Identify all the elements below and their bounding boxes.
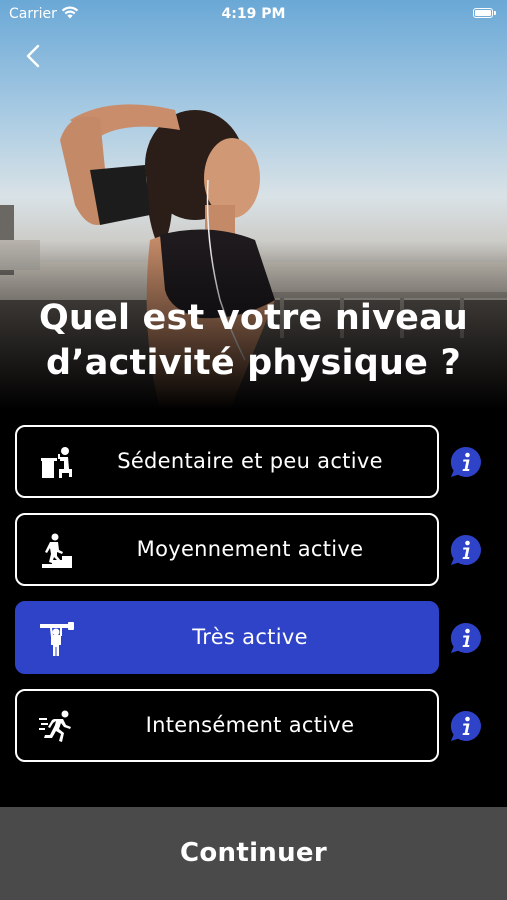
option-row-moderate: Moyennement active [15,513,492,586]
continue-label: Continuer [180,838,327,868]
option-sedentary-label: Sédentaire et peu active [117,449,383,473]
option-intense-button[interactable]: Intensément active [15,689,439,762]
option-sedentary-button[interactable]: Sédentaire et peu active [15,425,439,498]
activity-options-list: Sédentaire et peu active Moyennement act… [15,425,492,777]
info-bubble-icon[interactable] [449,533,483,567]
runner-icon [39,710,71,742]
info-bubble-icon[interactable] [449,445,483,479]
activity-level-screen: Carrier 4:19 PM Quel est votre niveau d’… [0,0,507,900]
battery-icon [473,8,496,18]
option-very-active-label: Très active [192,625,308,649]
option-moderate-label: Moyennement active [136,537,364,561]
desk-person-icon [41,447,72,478]
chevron-left-icon [26,44,40,68]
info-bubble-icon[interactable] [449,709,483,743]
stairs-walker-icon [42,533,72,568]
clock-time: 4:19 PM [221,6,286,22]
option-moderate-button[interactable]: Moyennement active [15,513,439,586]
option-very-active-button[interactable]: Très active [15,601,439,674]
carrying-person-icon [40,622,74,656]
option-row-intense: Intensément active [15,689,492,762]
option-row-sedentary: Sédentaire et peu active [15,425,492,498]
back-button[interactable] [20,40,48,72]
status-bar: Carrier 4:19 PM [0,0,507,28]
page-title: Quel est votre niveau d’activité physiqu… [38,298,469,383]
option-row-very-active: Très active [15,601,492,674]
continue-button[interactable]: Continuer [0,807,507,900]
info-bubble-icon[interactable] [449,621,483,655]
option-intense-label: Intensément active [145,713,355,737]
